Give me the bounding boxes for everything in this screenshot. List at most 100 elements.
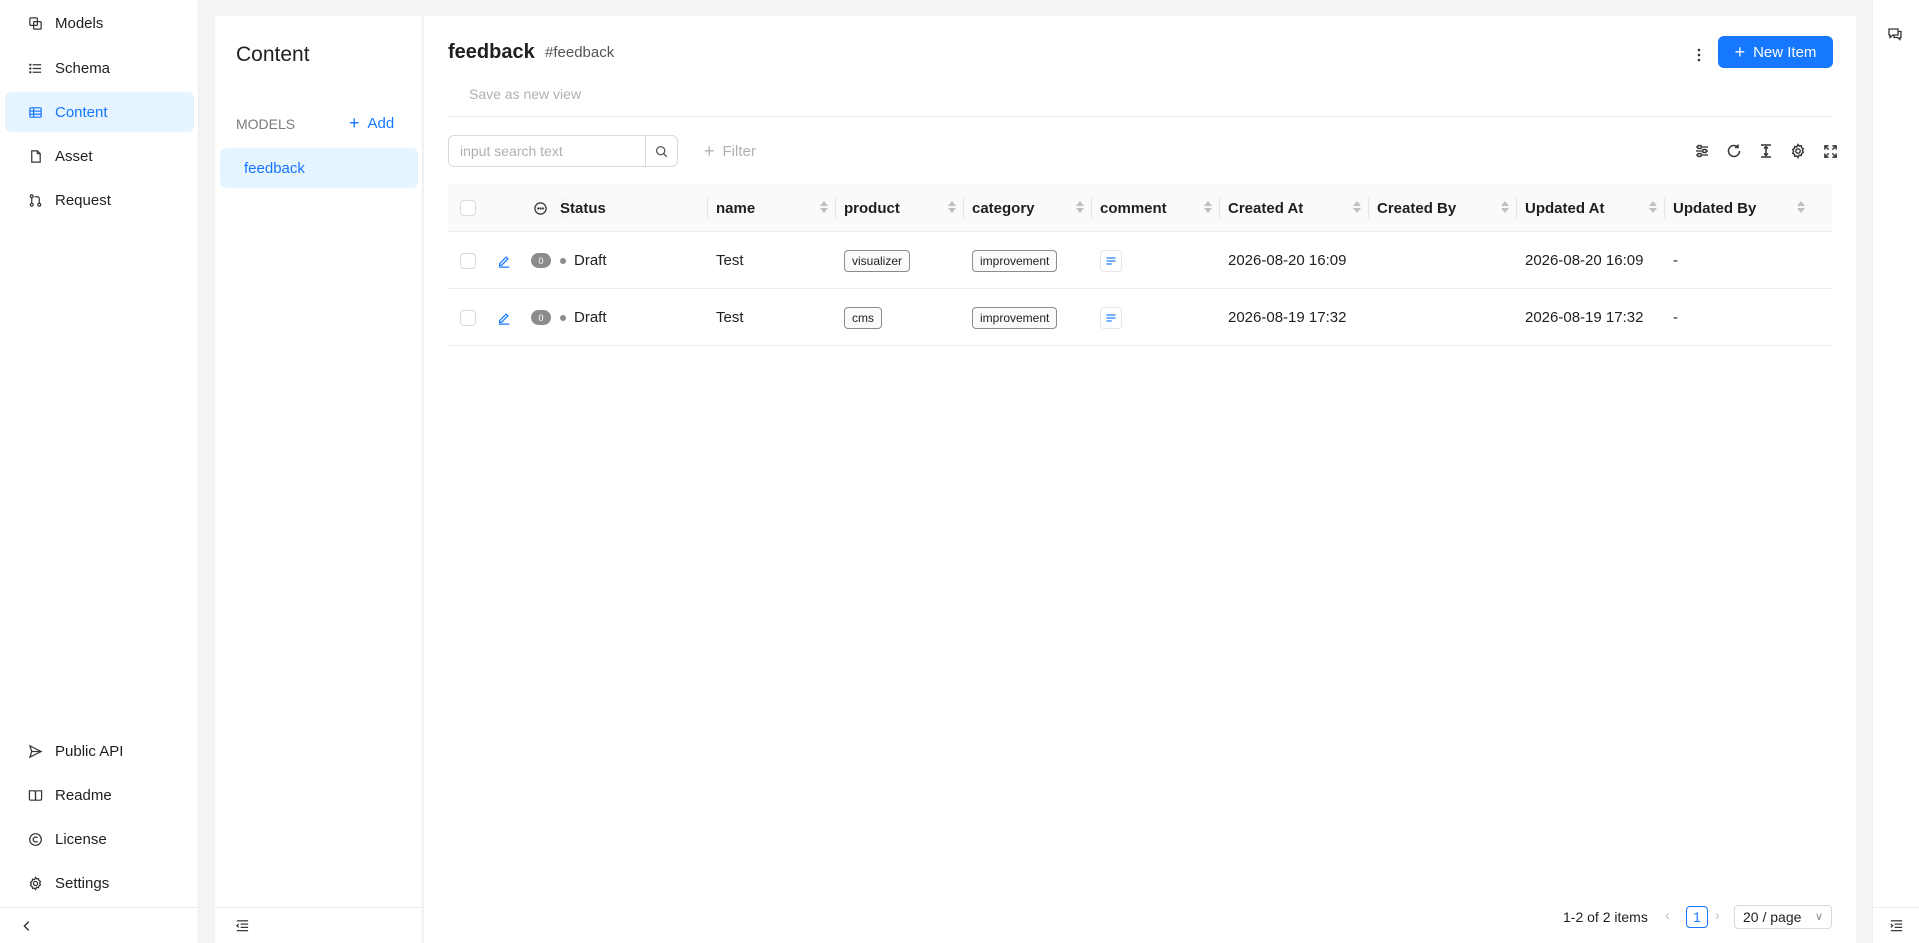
comments-count-cell[interactable]: 0 [530, 232, 552, 289]
table-row[interactable]: 0 Draft Test visualizer improvement 2026… [448, 232, 1832, 289]
column-header-created-by[interactable]: Created By [1369, 184, 1517, 232]
nav-item-readme[interactable]: Readme [5, 775, 194, 815]
text-lines-icon [1106, 256, 1116, 265]
right-panel-toggle [1873, 907, 1919, 943]
column-title: category [972, 199, 1035, 217]
search-button[interactable] [645, 136, 677, 166]
sort-icon [1649, 201, 1657, 213]
edit-button[interactable] [494, 232, 514, 289]
page-1-button[interactable]: 1 [1686, 906, 1708, 928]
page-size-select[interactable]: 20 / page ∨ [1734, 905, 1832, 929]
model-item-feedback[interactable]: feedback [220, 148, 418, 188]
chevron-left-icon[interactable] [20, 919, 34, 933]
next-page-button[interactable]: › [1715, 907, 1720, 923]
product-cell: visualizer [844, 232, 911, 289]
reload-button[interactable] [1718, 140, 1750, 162]
sort-icon [1353, 201, 1361, 213]
column-header-comment[interactable]: comment [1092, 184, 1220, 232]
category-tag: improvement [972, 306, 1058, 329]
comments-panel-button[interactable] [1887, 26, 1903, 46]
column-header-created-at[interactable]: Created At [1220, 184, 1369, 232]
created-at-cell: 2026-08-20 16:09 [1228, 252, 1347, 269]
nav-item-public-api[interactable]: Public API [5, 731, 194, 771]
nav-item-content[interactable]: Content [5, 92, 194, 132]
sort-icon [948, 201, 956, 213]
sort-icon [820, 201, 828, 213]
nav-collapse-bar [0, 907, 199, 943]
gear-icon [29, 875, 42, 891]
nav-item-license[interactable]: License [5, 819, 194, 859]
models-icon [29, 16, 42, 30]
column-title: product [844, 199, 900, 217]
tab-divider [448, 116, 1832, 117]
row-checkbox[interactable] [460, 309, 476, 326]
save-view-tab[interactable]: Save as new view [469, 86, 581, 102]
edit-icon [498, 312, 510, 325]
model-key: #feedback [545, 44, 615, 61]
status-cell: Draft [560, 232, 607, 289]
table-row[interactable]: 0 Draft Test cms improvement 2026-08-19 … [448, 289, 1832, 346]
prev-page-button[interactable]: ‹ [1665, 907, 1670, 923]
filter-button[interactable]: + Filter [704, 142, 756, 160]
nav-item-settings[interactable]: Settings [5, 863, 194, 903]
comments-header [528, 184, 563, 232]
add-model-button[interactable]: + Add [349, 114, 394, 132]
gear-icon [1791, 143, 1805, 159]
category-cell: improvement [972, 232, 1058, 289]
pagination-total: 1-2 of 2 items [1563, 909, 1648, 925]
file-icon [31, 149, 41, 163]
models-panel: Content MODELS + Add feedback [215, 16, 423, 943]
column-title: Created At [1228, 199, 1304, 217]
sort-icon [1797, 201, 1805, 213]
table-settings-button[interactable] [1782, 140, 1814, 162]
page-size-value: 20 / page [1743, 909, 1802, 925]
table-toolbar [1686, 140, 1846, 162]
book-icon [28, 789, 43, 801]
select-all-checkbox[interactable] [460, 200, 476, 216]
nav-item-asset[interactable]: Asset [5, 136, 194, 176]
more-vertical-icon [1697, 48, 1701, 62]
row-height-button[interactable] [1750, 140, 1782, 162]
comments-count-cell[interactable]: 0 [530, 289, 552, 346]
select-all-cell [448, 184, 488, 232]
more-options-button[interactable] [1684, 40, 1714, 70]
menu-unfold-icon[interactable] [1889, 918, 1904, 933]
product-tag: visualizer [844, 249, 911, 272]
status-text: Draft [574, 252, 607, 269]
row-select-cell [448, 232, 488, 289]
column-header-status[interactable]: Status [560, 184, 708, 232]
status-dot [560, 257, 566, 264]
fullscreen-button[interactable] [1814, 140, 1846, 162]
column-settings-button[interactable] [1686, 140, 1718, 162]
main-content: feedback #feedback + New Item Save as ne… [424, 16, 1856, 943]
column-title: Created By [1377, 199, 1457, 217]
status-dot [560, 314, 566, 321]
content-table-icon [29, 106, 42, 118]
column-header-product[interactable]: product [836, 184, 964, 232]
column-header-category[interactable]: category [964, 184, 1092, 232]
nav-item-request[interactable]: Request [5, 180, 194, 220]
page-title: feedback [448, 41, 535, 63]
column-header-updated-at[interactable]: Updated At [1517, 184, 1665, 232]
new-item-button[interactable]: + New Item [1718, 36, 1833, 68]
search-input[interactable] [449, 136, 646, 166]
model-item-label: feedback [244, 159, 305, 177]
column-header-name[interactable]: name [708, 184, 836, 232]
comment-preview-button[interactable] [1100, 306, 1122, 329]
schema-icon [29, 63, 42, 73]
models-section-label: MODELS [236, 116, 296, 132]
menu-fold-icon[interactable] [235, 918, 250, 933]
nav-item-models[interactable]: Models [5, 3, 194, 43]
comment-preview-button[interactable] [1100, 249, 1122, 272]
row-checkbox[interactable] [460, 252, 476, 269]
new-item-label: New Item [1753, 43, 1817, 61]
column-header-updated-by[interactable]: Updated By [1665, 184, 1813, 232]
status-cell: Draft [560, 289, 607, 346]
nav-item-label: License [55, 830, 107, 848]
comment-cell [1100, 232, 1122, 289]
name-cell: Test [716, 252, 744, 269]
created-at-cell: 2026-08-19 17:32 [1228, 309, 1347, 326]
edit-button[interactable] [494, 289, 514, 346]
nav-item-schema[interactable]: Schema [5, 48, 194, 88]
comment-icon [534, 201, 547, 215]
